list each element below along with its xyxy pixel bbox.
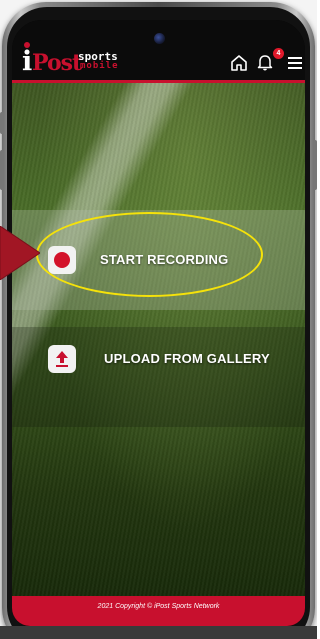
pointer-arrow-icon [0, 226, 40, 280]
phone-side-button [0, 150, 4, 190]
app-header: i Post sports mobile 4 [12, 20, 305, 83]
bottom-bar [0, 626, 317, 639]
phone-screen: i Post sports mobile 4 START RECORDING U… [12, 20, 305, 626]
bell-icon[interactable] [256, 53, 274, 71]
app-footer: 2021 Copyright © iPost Sports Network [12, 596, 305, 626]
upload-icon [48, 345, 76, 373]
notification-badge: 4 [273, 48, 284, 59]
logo-dot [24, 42, 30, 48]
home-icon[interactable] [230, 54, 248, 72]
phone-side-button [0, 112, 4, 134]
logo-post: Post [32, 50, 82, 76]
logo-i: i [22, 46, 33, 77]
front-camera [154, 33, 165, 44]
upload-arrow-icon [56, 351, 68, 367]
upload-from-gallery-button[interactable]: UPLOAD FROM GALLERY [12, 327, 305, 427]
logo-mobile: mobile [80, 61, 119, 71]
menu-icon[interactable] [288, 57, 302, 69]
upload-from-gallery-label: UPLOAD FROM GALLERY [104, 351, 270, 366]
highlight-ellipse [36, 212, 263, 297]
phone-side-button [313, 140, 317, 190]
screenshot-stage: i Post sports mobile 4 START RECORDING U… [0, 0, 317, 639]
copyright-text: 2021 Copyright © iPost Sports Network [97, 603, 220, 610]
